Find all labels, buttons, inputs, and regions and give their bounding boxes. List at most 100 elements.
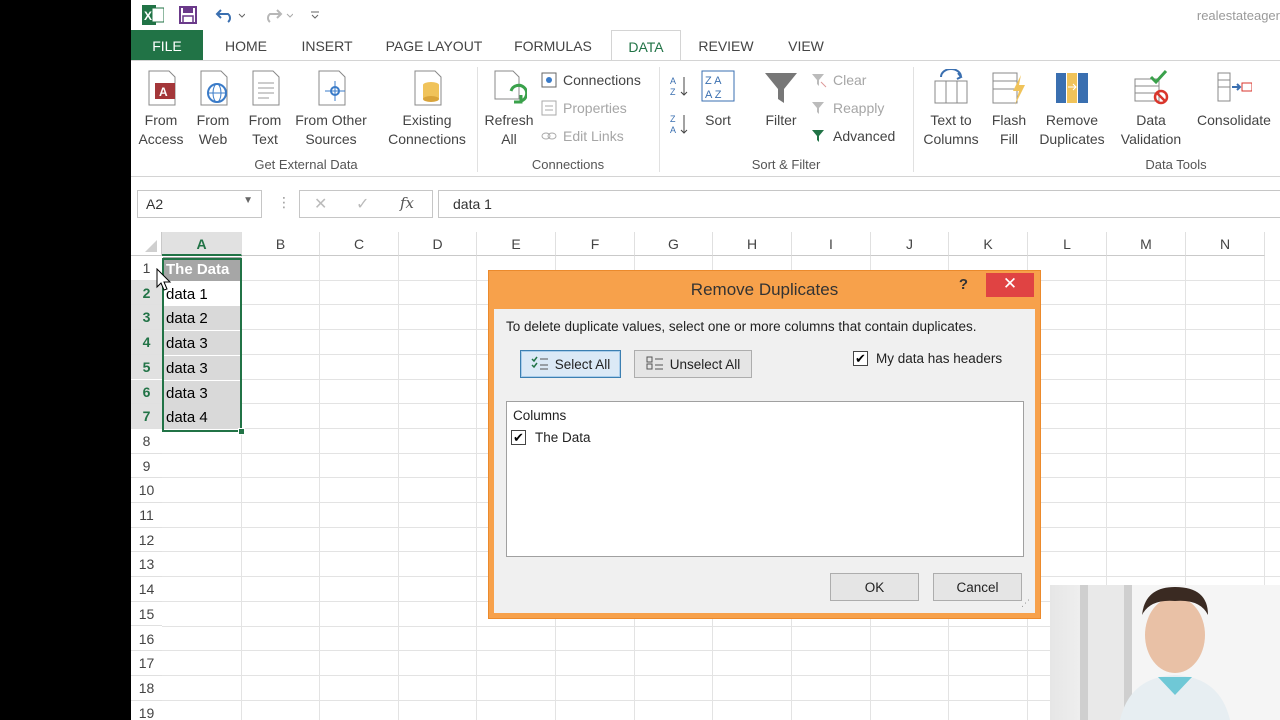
formula-input[interactable]: data 1 xyxy=(438,190,1280,218)
data-cell[interactable]: data 1 xyxy=(163,281,241,306)
row-header[interactable]: 5 xyxy=(131,354,162,380)
undo-icon[interactable] xyxy=(213,4,247,26)
column-header[interactable]: A xyxy=(162,232,242,256)
tab-home[interactable]: HOME xyxy=(211,30,281,60)
consolidate-icon xyxy=(1217,72,1252,102)
checkbox-checked-icon[interactable]: ✔ xyxy=(511,430,526,445)
row-header[interactable]: 12 xyxy=(131,528,162,553)
confirm-entry-icon[interactable]: ✓ xyxy=(356,194,369,214)
row-header[interactable]: 8 xyxy=(131,429,162,454)
edit-links-button[interactable]: Edit Links xyxy=(541,125,624,147)
my-data-has-headers-checkbox[interactable]: ✔ My data has headers xyxy=(853,351,1002,366)
sort-za-icon[interactable]: ZA xyxy=(669,113,689,135)
row-header[interactable]: 6 xyxy=(131,379,162,405)
data-cell[interactable]: data 3 xyxy=(163,380,241,405)
from-other-sources-button[interactable]: From Other Sources xyxy=(291,69,371,149)
tab-file[interactable]: FILE xyxy=(131,30,203,60)
tab-insert[interactable]: INSERT xyxy=(291,30,363,60)
link-icon xyxy=(541,128,557,144)
sort-icon: Z A A Z xyxy=(701,70,735,102)
from-web-button[interactable]: From Web xyxy=(189,69,237,149)
column-header[interactable]: G xyxy=(635,232,713,256)
insert-function-icon[interactable]: fx xyxy=(400,194,414,212)
row-header[interactable]: 10 xyxy=(131,478,162,503)
select-all-button[interactable]: Select All xyxy=(520,350,621,378)
checkbox-checked-icon[interactable]: ✔ xyxy=(853,351,868,366)
svg-text:X: X xyxy=(144,9,152,23)
column-header[interactable]: B xyxy=(242,232,320,256)
column-header[interactable]: C xyxy=(320,232,399,256)
remove-duplicates-button[interactable]: Remove Duplicates xyxy=(1035,69,1109,149)
column-item-the-data[interactable]: ✔ The Data xyxy=(511,430,591,445)
cancel-entry-icon[interactable]: ✕ xyxy=(314,194,327,214)
text-to-columns-button[interactable]: Text to Columns xyxy=(919,69,983,149)
column-header[interactable]: M xyxy=(1107,232,1186,256)
data-cell[interactable]: data 4 xyxy=(163,405,241,430)
data-validation-button[interactable]: Data Validation xyxy=(1115,69,1187,149)
cancel-button[interactable]: Cancel xyxy=(933,573,1022,601)
row-header[interactable]: 14 xyxy=(131,577,162,602)
svg-text:Z: Z xyxy=(670,87,676,97)
reapply-button[interactable]: Reapply xyxy=(811,97,884,119)
flash-fill-button[interactable]: Flash Fill xyxy=(987,69,1031,149)
fill-handle[interactable] xyxy=(238,428,245,435)
data-cell[interactable]: data 3 xyxy=(163,331,241,356)
sort-button[interactable]: Z AA Z Sort xyxy=(695,69,741,130)
consolidate-button[interactable]: Consolidate xyxy=(1191,69,1277,130)
close-button[interactable]: ✕ xyxy=(986,273,1034,297)
data-cell[interactable]: data 3 xyxy=(163,355,241,380)
row-header[interactable]: 18 xyxy=(131,676,162,701)
row-header[interactable]: 3 xyxy=(131,305,162,331)
connections-icon xyxy=(541,72,557,88)
select-all-corner[interactable] xyxy=(131,232,162,256)
column-header[interactable]: J xyxy=(871,232,949,256)
clear-filter-icon xyxy=(811,72,827,88)
unselect-all-button[interactable]: Unselect All xyxy=(634,350,752,378)
data-cell[interactable]: data 2 xyxy=(163,306,241,331)
header-cell[interactable]: The Data xyxy=(163,257,241,281)
column-header[interactable]: I xyxy=(792,232,871,256)
row-header[interactable]: 13 xyxy=(131,552,162,578)
help-icon[interactable]: ? xyxy=(959,276,968,293)
customize-qat-icon[interactable] xyxy=(307,4,323,26)
get-external-data-label: Get External Data xyxy=(254,157,358,172)
tab-view[interactable]: VIEW xyxy=(771,30,841,60)
row-header[interactable]: 7 xyxy=(131,404,162,429)
column-header[interactable]: D xyxy=(399,232,477,256)
column-header[interactable]: K xyxy=(949,232,1028,256)
row-header[interactable]: 9 xyxy=(131,454,162,479)
tab-data[interactable]: DATA xyxy=(611,30,681,61)
filter-button[interactable]: Filter xyxy=(757,69,805,130)
column-header[interactable]: N xyxy=(1186,232,1265,256)
existing-connections-button[interactable]: Existing Connections xyxy=(383,69,471,149)
row-header[interactable]: 11 xyxy=(131,503,162,528)
tab-page-layout[interactable]: PAGE LAYOUT xyxy=(375,30,493,60)
row-header[interactable]: 17 xyxy=(131,651,162,676)
from-text-button[interactable]: From Text xyxy=(241,69,289,149)
tab-formulas[interactable]: FORMULAS xyxy=(505,30,601,60)
columns-list[interactable]: Columns ✔ The Data xyxy=(506,401,1024,557)
column-header[interactable]: F xyxy=(556,232,635,256)
sort-az-icon[interactable]: AZ xyxy=(669,75,689,97)
clear-filter-button[interactable]: Clear xyxy=(811,69,866,91)
refresh-icon xyxy=(494,70,527,104)
properties-button[interactable]: Properties xyxy=(541,97,627,119)
connections-button[interactable]: Connections xyxy=(541,69,641,91)
tab-review[interactable]: REVIEW xyxy=(689,30,763,60)
column-header[interactable]: H xyxy=(713,232,792,256)
save-icon[interactable] xyxy=(177,4,199,26)
row-header[interactable]: 4 xyxy=(131,330,162,355)
redo-icon[interactable] xyxy=(261,4,295,26)
column-header[interactable]: L xyxy=(1028,232,1107,256)
row-header[interactable]: 15 xyxy=(131,602,162,627)
from-access-button[interactable]: A From Access xyxy=(137,69,185,149)
row-header[interactable]: 19 xyxy=(131,701,162,720)
resize-grip-icon[interactable]: ⋰ xyxy=(1021,598,1030,609)
column-header[interactable]: E xyxy=(477,232,556,256)
ok-button[interactable]: OK xyxy=(830,573,919,601)
advanced-filter-button[interactable]: Advanced xyxy=(811,125,895,147)
refresh-all-button[interactable]: Refresh All xyxy=(481,69,537,149)
chevron-down-icon[interactable]: ▼ xyxy=(243,195,253,206)
row-header[interactable]: 16 xyxy=(131,627,162,652)
name-box[interactable]: A2 ▼ xyxy=(137,190,262,218)
